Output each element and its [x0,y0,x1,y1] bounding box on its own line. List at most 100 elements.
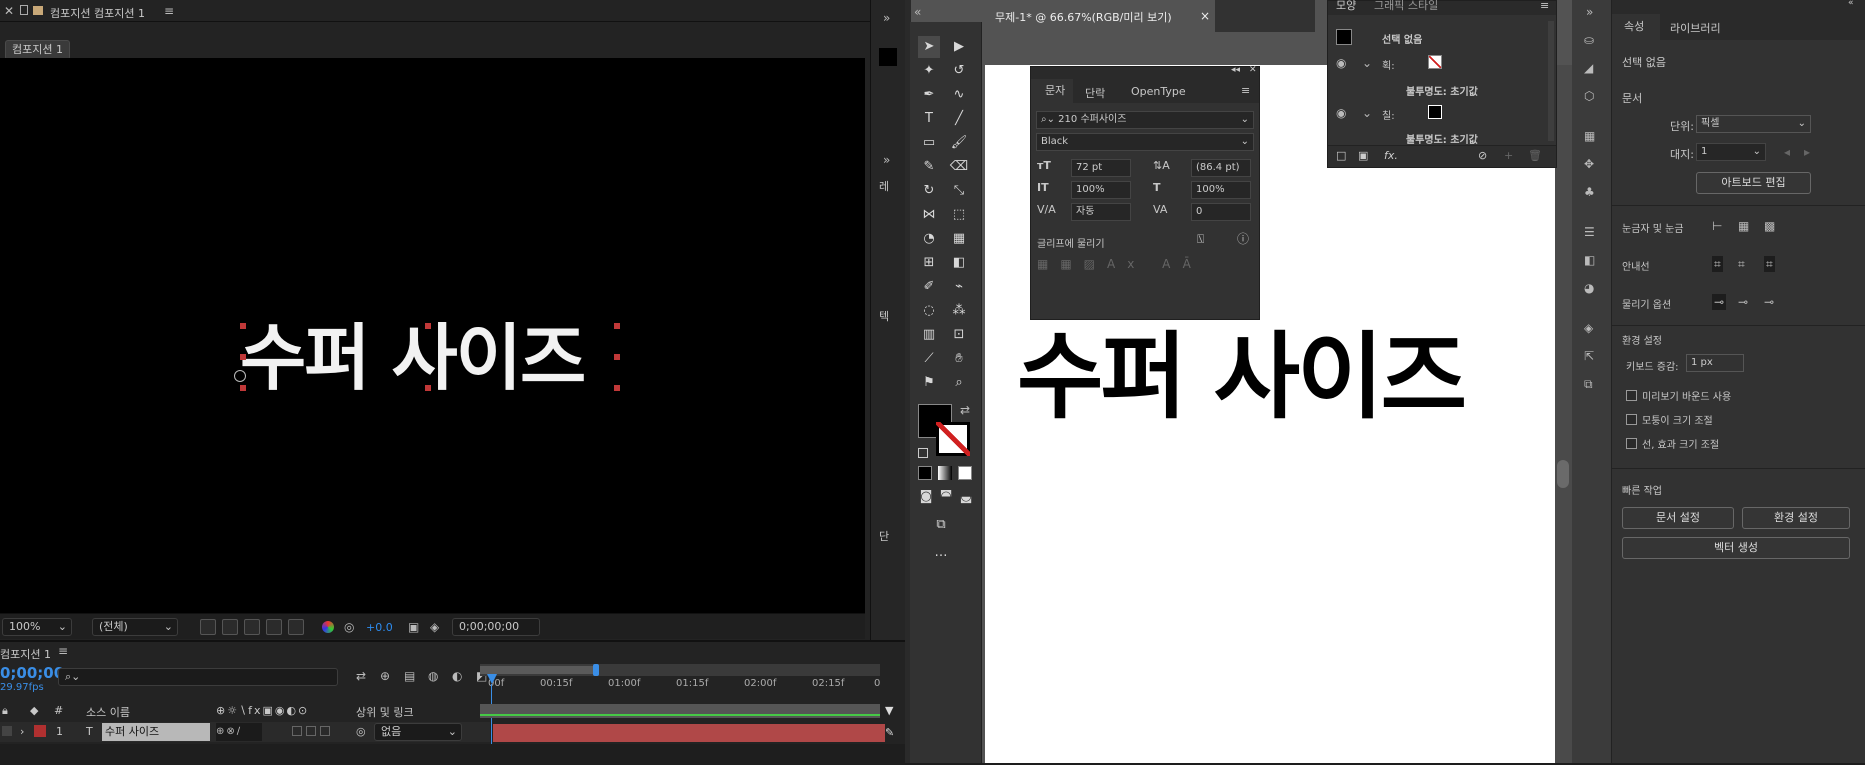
glyph-snap-icon[interactable]: ⍂ [1197,231,1204,247]
zoom-select[interactable]: 100% ⌄ [2,618,72,636]
layer-switches[interactable]: ⊕⊗∕ [216,723,262,741]
expand-chevron-icon[interactable]: › [20,725,24,738]
layer-search-input[interactable]: ⌕⌄ [58,668,338,686]
color-swatch[interactable] [879,48,897,66]
channel-icon[interactable] [322,621,334,633]
blend-tool-icon[interactable]: ◌ [918,300,940,322]
layer-lock-toggle[interactable] [2,726,12,736]
layer-name[interactable]: 수퍼 사이즈 [102,723,210,741]
composition-viewer[interactable]: 수퍼 사이즈 [0,58,865,613]
motion-blur-icon[interactable]: ◐ [452,668,462,684]
ruler-icon[interactable]: ⊢ [1712,218,1722,234]
tab-properties[interactable]: 속성 [1612,14,1660,40]
preferences-button[interactable]: 환경 설정 [1742,507,1850,529]
artboard-tool-icon[interactable]: ⊡ [948,324,970,346]
draw-behind-icon[interactable]: ◚ [935,486,957,508]
collapse-icon[interactable]: ◂◂ [1231,65,1240,75]
eye-icon[interactable]: ◉ [1336,105,1346,121]
scale-strokes-checkbox[interactable] [1626,438,1637,449]
expand-panel-icon[interactable]: » [883,10,890,26]
tab-appearance[interactable]: 모양 [1336,0,1356,13]
none-mode-icon[interactable] [958,466,972,480]
3d-panel-icon[interactable]: ⬡ [1584,88,1594,104]
work-area-end-handle[interactable] [593,664,599,676]
collapse-icon[interactable]: « [914,4,921,20]
appearance-panel-icon[interactable]: ◕ [1584,280,1594,296]
switch-box[interactable] [306,726,316,736]
panel-menu-icon[interactable]: ≡ [1241,84,1250,97]
preview-bounds-checkbox[interactable] [1626,390,1637,401]
free-transform-tool-icon[interactable]: ⬚ [948,204,970,226]
eraser-tool-icon[interactable]: ⌫ [948,156,970,178]
draw-normal-icon[interactable]: ◙ [915,486,937,508]
source-name-column[interactable]: 소스 이름 [86,704,130,720]
symbol-sprayer-tool-icon[interactable]: ⁂ [948,300,970,322]
fill-swatch[interactable] [1428,105,1442,119]
camera-icon[interactable]: ▣ [408,619,419,635]
pen-tool-icon[interactable]: ✒ [918,84,940,106]
links-panel-icon[interactable]: ▦ [1584,128,1595,144]
rotate-tool-icon[interactable]: ↻ [918,180,940,202]
horizontal-scale-field[interactable]: 100% [1191,181,1251,199]
vertical-scrollbar[interactable] [1555,65,1572,763]
zoom-flag-icon[interactable]: ⚑ [918,372,940,394]
chevron-down-icon[interactable]: ⌄ [1362,55,1372,71]
work-area-range[interactable] [480,666,595,674]
measure-tool-icon[interactable]: ⌁ [948,276,970,298]
width-tool-icon[interactable]: ⋈ [918,204,940,226]
exposure-value[interactable]: +0.0 [366,621,393,634]
symbols-panel-icon[interactable]: ♣ [1584,184,1595,200]
transparency-panel-icon[interactable]: ◧ [1584,252,1595,268]
screen-mode-icon[interactable]: ⧉ [930,514,952,536]
handle-bottom-right[interactable] [614,385,620,391]
units-select[interactable]: 픽셀 ⌄ [1696,115,1811,133]
pencil-icon[interactable]: ✎ [885,726,894,739]
handle-top-left[interactable] [240,323,246,329]
collapse-icon[interactable]: » [1586,4,1593,20]
gradient-mode-icon[interactable] [938,466,952,480]
tab-libraries[interactable]: 라이브러리 [1670,20,1721,36]
timecode-display[interactable]: 0;00;00;00 [452,618,540,636]
anchor-point-icon[interactable] [234,370,246,382]
time-ruler[interactable]: 00f 00:15f 01:00f 01:15f 02:00f 02:15f 0 [480,678,880,692]
transparency-grid-button[interactable] [200,619,216,635]
edit-artboard-button[interactable]: 아트보드 편집 [1696,172,1811,194]
work-area-bar[interactable] [480,664,880,676]
chevron-down-icon[interactable]: ⌄ [1362,105,1372,121]
next-artboard-icon[interactable]: ▸ [1804,144,1810,160]
snap-options-icons[interactable]: ▦▦▨Ax AĀ [1037,257,1253,281]
collapse-icon[interactable]: « [1848,0,1854,8]
parent-select[interactable]: 없음 ⌄ [374,723,462,741]
document-setup-button[interactable]: 문서 설정 [1622,507,1734,529]
font-size-field[interactable]: 72 pt [1071,159,1131,177]
mesh-tool-icon[interactable]: ⊞ [918,252,940,274]
new-fill-icon[interactable]: ▣ [1358,149,1368,162]
grid-icon[interactable]: ▦ [1738,218,1749,234]
handle-top-right[interactable] [614,323,620,329]
eye-icon[interactable]: ◉ [1336,55,1346,71]
timeline-menu-icon[interactable]: ≡ [58,643,68,659]
tab-graphic-styles[interactable]: 그래픽 스타일 [1374,0,1438,13]
direct-selection-tool-icon[interactable]: ▶ [948,36,970,58]
default-colors-icon[interactable] [918,448,928,458]
gradient-tool-icon[interactable]: ◧ [948,252,970,274]
smart-guides-icon[interactable]: ⌗ [1764,256,1775,272]
magic-wand-tool-icon[interactable]: ✦ [918,60,940,82]
transparency-grid-icon[interactable]: ▩ [1764,218,1775,234]
resolution-select[interactable]: (전체) ⌄ [92,618,178,636]
clear-appearance-icon[interactable]: ⊘ [1478,149,1487,162]
handle-mid-left[interactable] [240,354,246,360]
comp-mini-flowchart-icon[interactable]: ⇄ [356,668,366,684]
export-panel-icon[interactable]: ⇱ [1584,348,1594,364]
composition-chip[interactable]: 컴포지션 1 [5,40,70,60]
close-tab-icon[interactable]: × [1200,8,1210,24]
layer-duration-bar[interactable] [493,724,885,742]
shy-layers-icon[interactable]: ▤ [404,668,415,684]
stroke-panel-icon[interactable]: ☰ [1584,224,1595,240]
expand-panel-icon-2[interactable]: » [883,152,890,168]
snap-to-point-icon[interactable]: ⊸ [1712,294,1727,310]
stroke-none-swatch[interactable] [1428,55,1442,69]
kerning-field[interactable]: 자동 [1071,203,1131,221]
previous-artboard-icon[interactable]: ◂ [1784,144,1790,160]
leading-field[interactable]: (86.4 pt) [1191,159,1251,177]
